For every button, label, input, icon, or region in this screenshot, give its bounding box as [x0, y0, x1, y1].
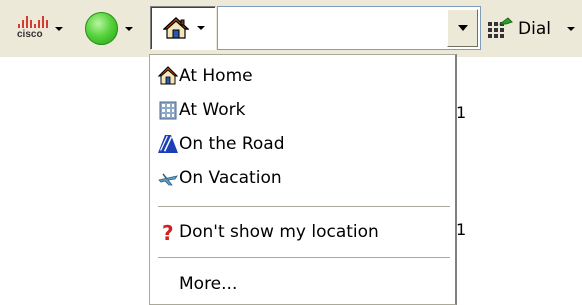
menu-item-at-work[interactable]: At Work [150, 93, 454, 127]
combo-dropdown-button[interactable] [447, 9, 478, 47]
toolbar: cisco Dial [0, 0, 582, 57]
menu-item-on-the-road[interactable]: On the Road [150, 127, 454, 161]
menu-item-dont-show-location[interactable]: ? Don't show my location [150, 215, 454, 249]
menu-item-at-home[interactable]: At Home [150, 59, 454, 93]
dial-button[interactable]: Dial [486, 0, 582, 57]
menu-item-label: Don't show my location [179, 222, 379, 242]
dial-label: Dial [518, 18, 551, 39]
question-mark-icon: ? [162, 222, 174, 242]
office-building-icon [159, 101, 177, 120]
chevron-down-icon [457, 25, 468, 31]
home-icon [158, 66, 178, 85]
airplane-icon [158, 173, 178, 186]
location-dropdown-menu: At Home At Work On the Road On Vacation [149, 54, 457, 305]
menu-item-label: On the Road [179, 134, 285, 154]
cisco-logo-text: cisco [17, 28, 43, 40]
cisco-menu-button[interactable]: cisco [17, 0, 69, 57]
menu-item-label: On Vacation [179, 168, 282, 188]
menu-item-on-vacation[interactable]: On Vacation [150, 161, 454, 195]
menu-separator [158, 257, 450, 259]
svg-text:?: ? [162, 222, 174, 242]
menu-item-more[interactable]: More... [150, 267, 454, 301]
chevron-down-icon [55, 26, 63, 31]
menu-item-label: At Home [179, 66, 253, 86]
background-text-fragment: 1 [456, 103, 467, 122]
location-button[interactable] [150, 6, 216, 50]
presence-available-icon [85, 12, 118, 45]
presence-status-button[interactable] [85, 0, 143, 57]
menu-item-label: More... [179, 274, 238, 294]
location-input[interactable] [222, 15, 444, 41]
home-icon [163, 17, 189, 39]
chevron-down-icon [566, 26, 575, 31]
chevron-down-icon [197, 26, 205, 30]
background-text-fragment: 1 [456, 220, 467, 239]
location-combo-box[interactable] [217, 6, 481, 50]
chevron-down-icon [125, 26, 133, 31]
road-icon [158, 135, 178, 153]
dial-pad-icon [488, 16, 513, 38]
cisco-logo: cisco [17, 14, 49, 44]
menu-item-label: At Work [179, 100, 246, 120]
menu-separator [158, 206, 450, 208]
